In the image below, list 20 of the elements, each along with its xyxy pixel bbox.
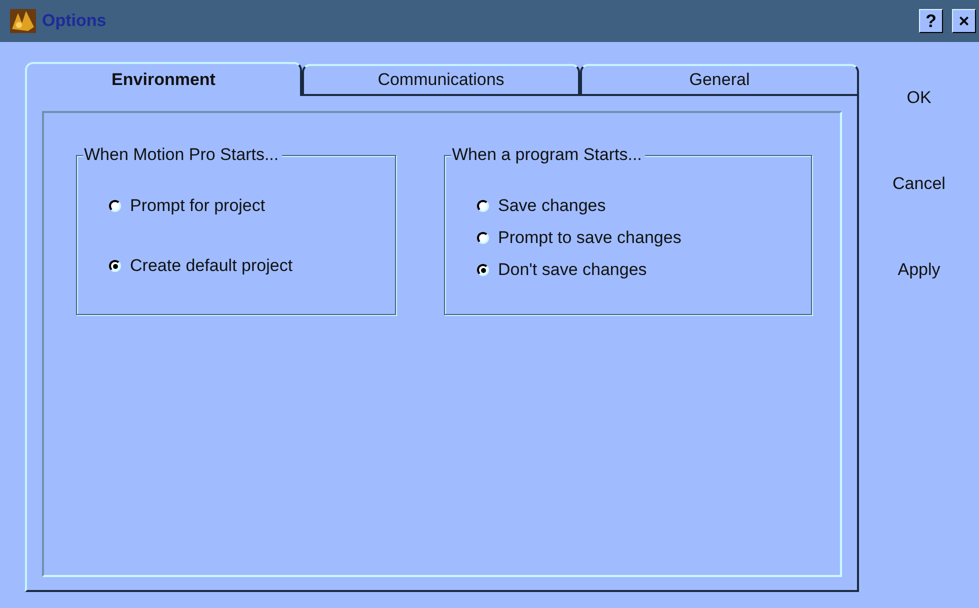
close-button[interactable]: × <box>952 9 976 33</box>
radio-button[interactable] <box>477 200 489 212</box>
radio-button[interactable] <box>477 264 489 276</box>
radio-button[interactable] <box>477 232 489 244</box>
radio-button[interactable] <box>109 200 121 212</box>
dialog-button[interactable]: Cancel <box>886 170 952 198</box>
radio-option[interactable]: Save changes <box>477 196 811 216</box>
radio-option[interactable]: Prompt for project <box>109 196 395 216</box>
tab[interactable]: General <box>580 64 859 96</box>
dialog-button[interactable]: Apply <box>892 256 946 284</box>
app-icon <box>10 9 36 33</box>
radio-button[interactable] <box>109 260 121 272</box>
radio-option[interactable]: Don't save changes <box>477 260 811 280</box>
help-button[interactable]: ? <box>919 9 943 33</box>
dialog-button[interactable]: OK <box>900 84 938 112</box>
radio-option[interactable]: Create default project <box>109 256 395 276</box>
radio-option[interactable]: Prompt to save changes <box>477 228 811 248</box>
group-title: When a program Starts... <box>451 145 645 165</box>
tab[interactable]: Communications <box>302 64 580 96</box>
tab[interactable]: Environment <box>25 62 302 96</box>
